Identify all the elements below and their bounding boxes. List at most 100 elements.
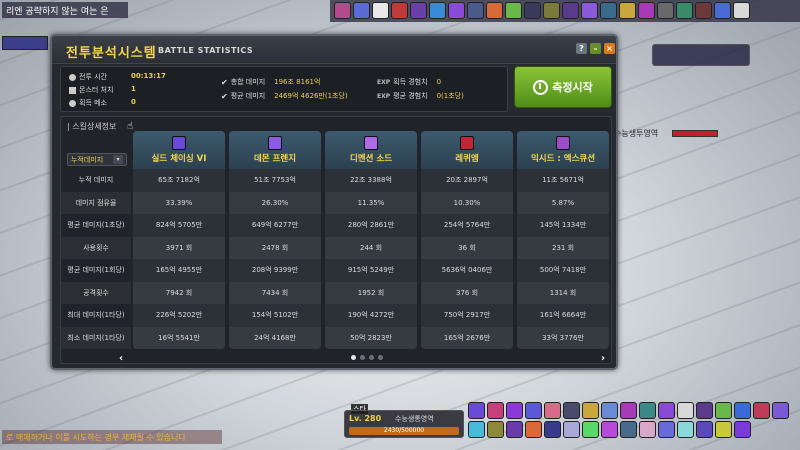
sword-icon: ✔: [221, 77, 228, 87]
quickslot[interactable]: [601, 402, 618, 419]
sort-dropdown-value: 누적데미지: [71, 155, 104, 164]
table-cell: 649억 6277만: [251, 221, 299, 230]
skill-slot[interactable]: [467, 2, 484, 19]
next-page-button[interactable]: ›: [601, 353, 605, 364]
table-cell: 244 회: [325, 236, 417, 259]
quickslot[interactable]: [563, 421, 580, 438]
skill-slot[interactable]: [353, 2, 370, 19]
skill-slot[interactable]: [562, 2, 579, 19]
start-measurement-button[interactable]: 측정시작: [514, 66, 612, 108]
quickslot[interactable]: [468, 402, 485, 419]
battle-statistics-window: 전투분석시스템 BATTLE STATISTICS ? – × 전투 시간 00…: [50, 34, 618, 370]
skill-columns: 실드 체이싱 VI 65조 7182억 33.39% 824억 5705만 39…: [133, 131, 609, 349]
row-label: 평균 데미지(1초당): [67, 221, 125, 230]
table-cell: 376 회: [421, 281, 513, 304]
quickslot[interactable]: [620, 402, 637, 419]
chat-notice: 로 매매하거나 이를 시도하는 경우 제재될 수 있습니다: [2, 430, 222, 444]
table-cell: 280억 2861만: [347, 221, 395, 230]
quickslot[interactable]: [487, 421, 504, 438]
quickslot[interactable]: [544, 402, 561, 419]
skill-slot[interactable]: [410, 2, 427, 19]
skill-slot[interactable]: [543, 2, 560, 19]
quickslot[interactable]: [544, 421, 561, 438]
quickslot[interactable]: [620, 421, 637, 438]
table-cell: 7942 회: [133, 281, 225, 304]
job-label: 수능생통영역: [395, 415, 434, 423]
top-skill-bar: [330, 0, 800, 22]
quickslot[interactable]: [753, 402, 770, 419]
minimize-button[interactable]: –: [590, 43, 601, 54]
row-label: 공격횟수: [61, 281, 131, 304]
quickslot[interactable]: [658, 402, 675, 419]
quickslot[interactable]: [734, 421, 751, 438]
table-cell: 190억 4272만: [347, 311, 395, 320]
quickslot[interactable]: [677, 421, 694, 438]
prev-page-button[interactable]: ‹: [119, 353, 123, 364]
avg-exp-label: 평균 경험치: [393, 92, 428, 100]
quickslot[interactable]: [639, 402, 656, 419]
skill-column-header[interactable]: 데몬 프렌지: [229, 131, 321, 169]
quickslot[interactable]: [525, 402, 542, 419]
skill-column-header[interactable]: 익시드 : 엑스큐션: [517, 131, 609, 169]
skill-slot[interactable]: [372, 2, 389, 19]
quickslot[interactable]: [677, 402, 694, 419]
quickslot[interactable]: [487, 402, 504, 419]
skill-slot[interactable]: [695, 2, 712, 19]
close-button[interactable]: ×: [604, 43, 615, 54]
table-cell: 11조 5671억: [542, 176, 584, 185]
skill-slot[interactable]: [714, 2, 731, 19]
skill-column-header[interactable]: 실드 체이싱 VI: [133, 131, 225, 169]
quickslot[interactable]: [601, 421, 618, 438]
skill-slot[interactable]: [657, 2, 674, 19]
table-cell: 36 회: [421, 236, 513, 259]
skill-slot[interactable]: [638, 2, 655, 19]
quickslot[interactable]: [525, 421, 542, 438]
exp-value: 0: [436, 78, 442, 86]
quickslot[interactable]: [772, 402, 789, 419]
skill-column-header[interactable]: 레퀴엠: [421, 131, 513, 169]
skill-slot[interactable]: [505, 2, 522, 19]
help-button[interactable]: ?: [576, 43, 587, 54]
avg-exp-row: EXP 평균 경험치 0(1초당): [377, 91, 464, 101]
page-dot-active[interactable]: [351, 355, 356, 360]
quickslot[interactable]: [468, 421, 485, 438]
floating-status-window[interactable]: [652, 44, 750, 66]
quickslot[interactable]: [715, 421, 732, 438]
skill-slot[interactable]: [733, 2, 750, 19]
skill-slot[interactable]: [429, 2, 446, 19]
row-label: 평균 데미지(1회당): [67, 266, 125, 275]
skill-slot[interactable]: [619, 2, 636, 19]
window-header[interactable]: 전투분석시스템 BATTLE STATISTICS ? – ×: [52, 36, 616, 64]
skill-column: 디멘션 소드 22조 3388억 11.35% 280억 2861만 244 회…: [325, 131, 417, 349]
page-dot[interactable]: [378, 355, 383, 360]
quickslot[interactable]: [506, 421, 523, 438]
quickslot[interactable]: [696, 402, 713, 419]
skill-slot[interactable]: [391, 2, 408, 19]
quickslot[interactable]: [582, 402, 599, 419]
skill-slot[interactable]: [524, 2, 541, 19]
skill-slot[interactable]: [676, 2, 693, 19]
exceed-execution-icon: [556, 136, 570, 150]
quickslot[interactable]: [715, 402, 732, 419]
quickslot[interactable]: [734, 402, 751, 419]
skill-slot[interactable]: [600, 2, 617, 19]
quickslot[interactable]: [563, 402, 580, 419]
avg-damage-label: 평균 데미지: [230, 92, 266, 100]
skill-slot[interactable]: [486, 2, 503, 19]
monsters-label: 몬스터 처치: [79, 86, 114, 94]
page-dot[interactable]: [369, 355, 374, 360]
skill-slot[interactable]: [334, 2, 351, 19]
sort-dropdown[interactable]: 누적데미지 ▾: [67, 153, 127, 166]
quickslot[interactable]: [506, 402, 523, 419]
quickslot[interactable]: [696, 421, 713, 438]
skill-slot[interactable]: [581, 2, 598, 19]
side-hp-bar: [672, 130, 718, 137]
quickslot[interactable]: [639, 421, 656, 438]
skill-detail-panel: | 스킬상세정보 ☝ 누적데미지 ▾ 누적 데미지 데미지 점유율 평균 데미지…: [60, 116, 612, 364]
quickslot[interactable]: [582, 421, 599, 438]
page-dot[interactable]: [360, 355, 365, 360]
skill-slot[interactable]: [448, 2, 465, 19]
quickslot[interactable]: [658, 421, 675, 438]
table-cell: 750억 2917만: [443, 311, 491, 320]
skill-column-header[interactable]: 디멘션 소드: [325, 131, 417, 169]
